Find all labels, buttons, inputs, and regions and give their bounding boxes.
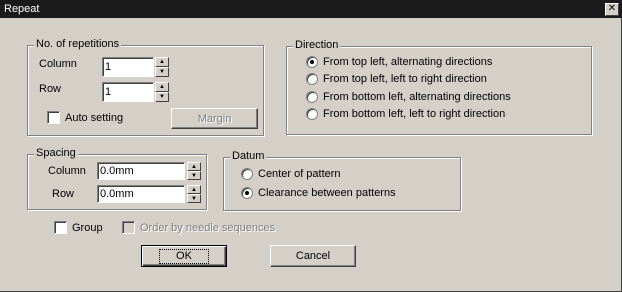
repetitions-column-input[interactable] [102,57,154,77]
spacing-column-label: Column [48,165,86,177]
spin-up-icon[interactable]: ▲ [187,162,201,171]
spin-down-icon[interactable]: ▼ [155,67,169,77]
group-checkbox[interactable]: Group [54,221,103,234]
radio-button[interactable] [306,108,318,120]
radio-button[interactable] [241,168,253,180]
spacing-column-input[interactable] [97,162,185,180]
datum-legend: Datum [230,150,267,162]
direction-option-top-left-alternating[interactable]: From top left, alternating directions [306,56,492,68]
spacing-legend: Spacing [34,147,78,159]
direction-option-bottom-left-alternating[interactable]: From bottom left, alternating directions [306,91,511,103]
title-bar[interactable]: Repeat ✕ [0,0,622,18]
direction-option-label: From top left, alternating directions [323,56,493,68]
datum-option-label: Center of pattern [258,168,341,180]
radio-button[interactable] [241,187,253,199]
auto-setting-label: Auto setting [65,111,124,124]
checkbox-box[interactable] [47,111,60,124]
spacing-row-spinner[interactable]: ▲ ▼ [187,185,201,203]
radio-selected-dot [310,60,314,64]
ok-button-label: OK [159,248,209,264]
spin-up-icon[interactable]: ▲ [155,57,169,67]
repeat-dialog: Repeat ✕ No. of repetitions Column ▲ ▼ R… [0,0,622,292]
checkbox-box[interactable] [122,221,135,234]
repetitions-row-label: Row [39,83,62,95]
radio-selected-dot [245,191,249,195]
datum-group: Datum [223,150,461,211]
spin-up-icon[interactable]: ▲ [187,185,201,194]
close-icon[interactable]: ✕ [605,2,619,16]
ok-button[interactable]: OK [141,245,227,267]
spin-down-icon[interactable]: ▼ [187,194,201,203]
order-by-needle-checkbox[interactable]: Order by needle sequences [122,221,275,234]
checkbox-box[interactable] [54,221,67,234]
repetitions-legend: No. of repetitions [34,38,122,50]
spin-up-icon[interactable]: ▲ [155,82,169,92]
cancel-button[interactable]: Cancel [270,245,356,267]
repetitions-row-spinner[interactable]: ▲ ▼ [155,82,169,102]
spacing-row-input[interactable] [97,185,185,203]
datum-option-label: Clearance between patterns [258,187,396,199]
radio-button[interactable] [306,91,318,103]
spin-down-icon[interactable]: ▼ [187,171,201,180]
radio-button[interactable] [306,73,318,85]
spacing-row-label: Row [52,188,75,200]
repetitions-row-input[interactable] [102,82,154,102]
direction-option-bottom-left-left-to-right[interactable]: From bottom left, left to right directio… [306,108,505,120]
repetitions-column-label: Column [39,58,77,70]
margin-button[interactable]: Margin [171,108,258,129]
spacing-column-spinner[interactable]: ▲ ▼ [187,162,201,180]
window-title: Repeat [4,3,40,15]
group-label: Group [72,221,103,234]
datum-option-center-of-pattern[interactable]: Center of pattern [241,168,341,180]
auto-setting-checkbox[interactable]: Auto setting [47,111,123,124]
direction-option-top-left-left-to-right[interactable]: From top left, left to right direction [306,73,487,85]
repetitions-column-spinner[interactable]: ▲ ▼ [155,57,169,77]
direction-option-label: From bottom left, alternating directions [323,91,511,103]
direction-option-label: From bottom left, left to right directio… [323,108,506,120]
direction-option-label: From top left, left to right direction [323,73,487,85]
radio-button[interactable] [306,56,318,68]
spin-down-icon[interactable]: ▼ [155,92,169,102]
order-by-needle-label: Order by needle sequences [140,221,276,234]
datum-option-clearance-between-patterns[interactable]: Clearance between patterns [241,187,396,199]
direction-legend: Direction [293,39,341,51]
